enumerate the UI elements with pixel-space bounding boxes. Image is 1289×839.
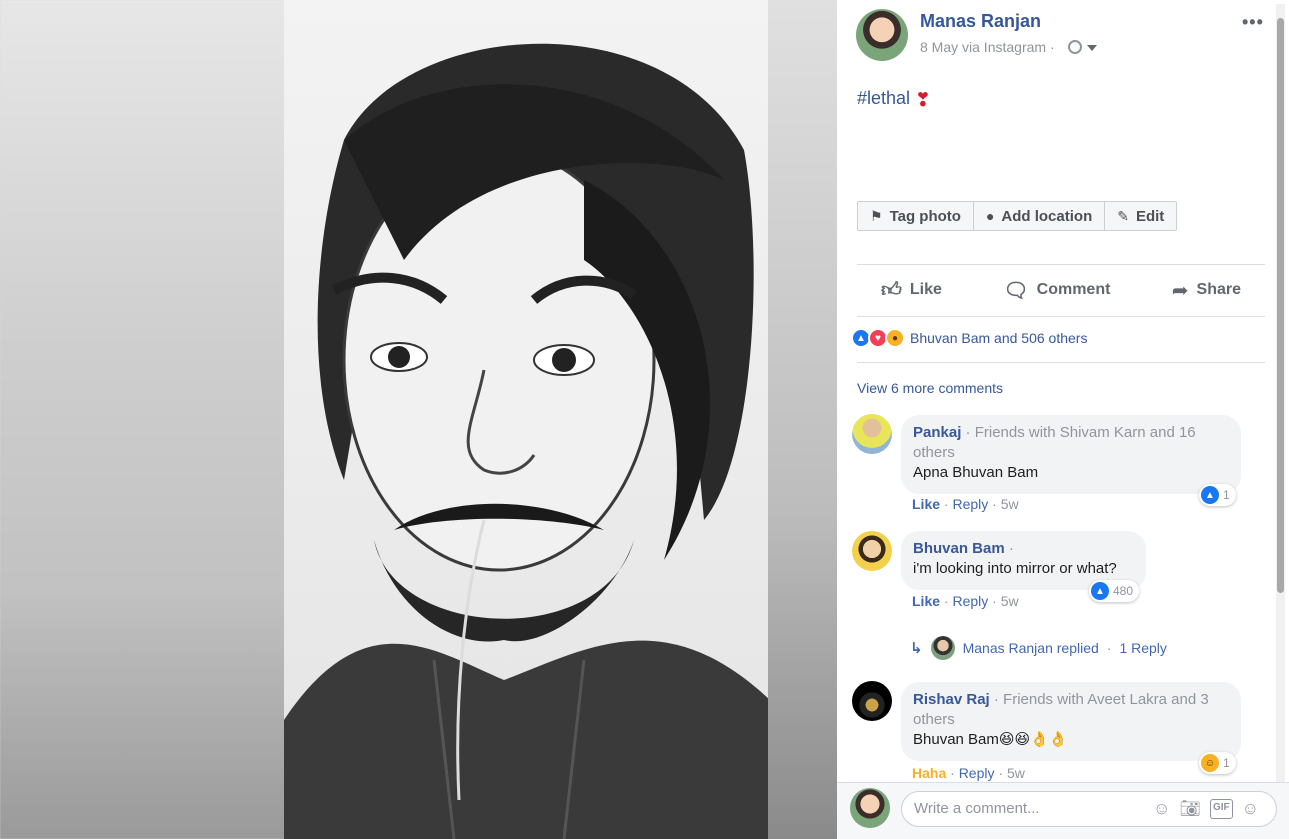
- commenter-avatar[interactable]: [852, 531, 892, 571]
- comment-bubble: Rishav Raj · Friends with Aveet Lakra an…: [901, 682, 1241, 761]
- tag-icon: ⚑: [870, 207, 883, 224]
- location-pin-icon: ●: [985, 208, 995, 224]
- comment-reaction-count: 1: [1223, 488, 1230, 502]
- globe-icon[interactable]: [1068, 40, 1082, 54]
- pencil-icon: ✎: [1117, 207, 1129, 224]
- haha-reaction-icon: ☺: [1201, 754, 1219, 772]
- comment-input-icons: ☺ 📷︎ GIF ☺: [1153, 799, 1259, 819]
- divider: [857, 362, 1265, 363]
- photo-main-portrait: [284, 0, 770, 839]
- edit-button[interactable]: ✎ Edit: [1105, 202, 1176, 230]
- comment-bubble: Pankaj · Friends with Shivam Karn and 16…: [901, 415, 1241, 494]
- photo-background-left: [0, 0, 290, 839]
- photo-background-right: [768, 0, 837, 839]
- commenter-avatar[interactable]: [852, 414, 892, 454]
- reply-thread-text[interactable]: Manas Ranjan replied: [963, 640, 1099, 656]
- like-button[interactable]: 👍︎ Like: [857, 278, 966, 302]
- panel-scrollbar[interactable]: [1276, 4, 1285, 782]
- comment-time[interactable]: 5w: [1001, 593, 1019, 609]
- like-reaction-icon: ▲: [1201, 486, 1219, 504]
- author-name[interactable]: Manas Ranjan: [920, 11, 1041, 32]
- comment-text: i'm looking into mirror or what?: [913, 560, 1117, 577]
- tag-photo-button[interactable]: ⚑ Tag photo: [858, 202, 974, 230]
- comment-actions: Haha · Reply · 5w: [912, 765, 1025, 781]
- comment-like-link[interactable]: Like: [912, 593, 940, 609]
- post-timestamp[interactable]: 8 May via Instagram ·: [920, 39, 1055, 55]
- comment-reply-link[interactable]: Reply: [952, 496, 988, 512]
- comment-text: Apna Bhuvan Bam: [913, 464, 1039, 481]
- sticker-icon[interactable]: ☺: [1242, 799, 1259, 819]
- comment-reaction-count: 1: [1223, 756, 1230, 770]
- comment-reaction-badge[interactable]: ▲ 1: [1199, 484, 1236, 506]
- photo-actions-bar: ⚑ Tag photo ● Add location ✎ Edit: [857, 201, 1178, 231]
- commenter-name[interactable]: Bhuvan Bam: [913, 540, 1005, 557]
- comment-label: Comment: [1036, 281, 1111, 298]
- reaction-summary-text[interactable]: Bhuvan Bam and 506 others: [910, 330, 1087, 346]
- gif-icon[interactable]: GIF: [1209, 799, 1233, 819]
- divider: [857, 316, 1265, 317]
- comment-text: Bhuvan Bam😆😆👌👌: [913, 731, 1068, 748]
- comment-reaction-badge[interactable]: ▲ 480: [1089, 580, 1140, 602]
- commenter-meta: ·: [1004, 540, 1014, 557]
- emoji-icon[interactable]: ☺: [1153, 799, 1170, 819]
- reply-avatar: [930, 636, 955, 660]
- add-location-label: Add location: [1001, 207, 1093, 225]
- chevron-down-icon[interactable]: [1087, 45, 1097, 51]
- commenter-name[interactable]: Rishav Raj: [913, 691, 990, 708]
- comment-button[interactable]: 🗨︎ Comment: [979, 278, 1134, 303]
- divider: [857, 264, 1265, 265]
- edit-label: Edit: [1135, 207, 1165, 225]
- reply-count[interactable]: 1 Reply: [1119, 640, 1166, 656]
- comment-like-link[interactable]: Like: [912, 496, 940, 512]
- commenter-avatar[interactable]: [852, 681, 892, 721]
- comment-bubble-icon: 🗨︎: [1003, 279, 1029, 302]
- post-caption[interactable]: #lethal: [857, 88, 910, 109]
- view-more-comments-link[interactable]: View 6 more comments: [857, 380, 1003, 396]
- wow-reaction-icon: ●: [885, 328, 905, 348]
- comment-reaction-badge[interactable]: ☺ 1: [1199, 752, 1236, 774]
- share-label: Share: [1196, 281, 1241, 298]
- current-user-avatar: [850, 788, 890, 828]
- post-action-row: 👍︎ Like 🗨︎ Comment ➦ Share: [857, 272, 1265, 308]
- author-avatar[interactable]: [856, 9, 908, 61]
- comment-time[interactable]: 5w: [1001, 496, 1019, 512]
- comment-reply-link[interactable]: Reply: [959, 765, 995, 781]
- comment-haha-link[interactable]: Haha: [912, 765, 946, 781]
- comment-reaction-count: 480: [1113, 584, 1134, 598]
- thumbs-up-icon: 👍︎: [881, 279, 902, 301]
- comment-reply-link[interactable]: Reply: [952, 593, 988, 609]
- reply-separator: ·: [1106, 640, 1112, 656]
- post-photo[interactable]: [0, 0, 837, 839]
- comment-time[interactable]: 5w: [1007, 765, 1025, 781]
- commenter-name[interactable]: Pankaj: [913, 424, 961, 441]
- add-location-button[interactable]: ● Add location: [974, 202, 1106, 230]
- comment-actions: Like · Reply · 5w: [912, 496, 1019, 512]
- reply-arrow-icon: ↳: [910, 640, 923, 657]
- portrait-sketch: [284, 43, 770, 839]
- reply-thread-link[interactable]: ↳ Manas Ranjan replied · 1 Reply: [910, 636, 1167, 660]
- camera-icon[interactable]: 📷︎: [1179, 799, 1201, 819]
- heart-exclamation-icon: ❣: [915, 90, 931, 111]
- share-arrow-icon: ➦: [1171, 279, 1189, 302]
- like-label: Like: [909, 281, 942, 298]
- reaction-summary[interactable]: ▲ ♥ ● Bhuvan Bam and 506 others: [851, 328, 1087, 348]
- comment-actions: Like · Reply · 5w: [912, 593, 1019, 609]
- scrollbar-thumb[interactable]: [1277, 18, 1284, 593]
- tag-photo-label: Tag photo: [889, 207, 961, 225]
- like-reaction-icon: ▲: [1091, 582, 1109, 600]
- more-options-icon[interactable]: •••: [1242, 12, 1264, 33]
- share-button[interactable]: ➦ Share: [1148, 278, 1265, 303]
